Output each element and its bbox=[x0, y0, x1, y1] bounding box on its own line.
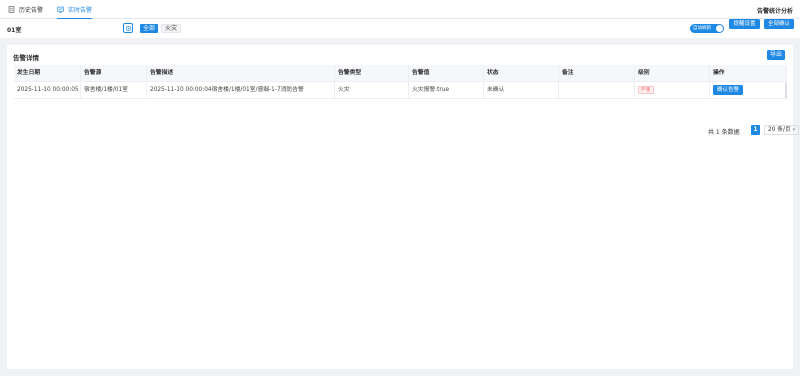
column-header: 状态 bbox=[484, 65, 559, 82]
cell-level: 严重 bbox=[635, 82, 710, 99]
total-count: 共 1 条数据 bbox=[708, 129, 740, 136]
top-nav-bar: 历史告警 实时告警 告警统计分析 bbox=[0, 0, 800, 19]
cell-source: 宿舍楼/1楼/01室 bbox=[81, 82, 147, 99]
column-header: 发生日期 bbox=[14, 65, 81, 82]
auto-refresh-label: 自动刷新 bbox=[693, 26, 711, 31]
tab-realtime-label: 实时告警 bbox=[68, 7, 93, 14]
chip-fire[interactable]: 火灾 bbox=[161, 24, 182, 33]
confirm-alarm-button[interactable]: 确认告警 bbox=[713, 84, 744, 95]
export-button[interactable]: 导出 bbox=[767, 50, 785, 60]
filter-bar: 01室 全部 火灾 自动刷新 提醒设置 全部确认 bbox=[0, 19, 800, 38]
card-title: 告警详情 bbox=[13, 54, 39, 62]
cell-remark bbox=[559, 82, 635, 99]
pagination: 共 1 条数据 1 20 条/页 ▾ bbox=[14, 125, 799, 136]
cell-value: 火灾报警:true bbox=[409, 82, 484, 99]
level-badge: 严重 bbox=[638, 85, 654, 94]
auto-refresh-toggle[interactable]: 自动刷新 bbox=[690, 24, 724, 33]
column-header: 备注 bbox=[559, 65, 635, 82]
locate-button[interactable] bbox=[123, 23, 133, 33]
cell-date: 2025-11-10 00:00:05 bbox=[14, 82, 81, 99]
alarm-statistics-link[interactable]: 告警统计分析 bbox=[757, 6, 793, 15]
confirm-all-button[interactable]: 全部确认 bbox=[764, 19, 794, 29]
tab-history-label: 历史告警 bbox=[19, 7, 44, 14]
target-icon bbox=[125, 25, 131, 31]
alarm-details-card: 告警详情 导出 发生日期 告警源 告警描述 告警类型 告警值 状态 备注 级别 … bbox=[7, 45, 799, 369]
cell-description: 2025-11-10 00:00:04宿舍楼/1楼/01室/感烟-1-7消防告警 bbox=[147, 82, 335, 99]
column-header: 级别 bbox=[635, 65, 710, 82]
table-row: 2025-11-10 00:00:05 宿舍楼/1楼/01室 2025-11-1… bbox=[14, 82, 787, 99]
chevron-down-icon: ▾ bbox=[792, 127, 795, 133]
room-name: 01室 bbox=[7, 27, 22, 34]
column-header: 告警类型 bbox=[335, 65, 409, 82]
cell-action: 确认告警 bbox=[710, 82, 787, 99]
page-size-value: 20 条/页 bbox=[768, 127, 791, 133]
tab-history-alarms[interactable]: 历史告警 bbox=[8, 0, 43, 19]
page-button-current[interactable]: 1 bbox=[751, 125, 760, 135]
alarm-table: 发生日期 告警源 告警描述 告警类型 告警值 状态 备注 级别 操作 2025-… bbox=[14, 65, 799, 136]
cell-type: 火灾 bbox=[335, 82, 409, 99]
tab-realtime-alarms[interactable]: 实时告警 bbox=[57, 0, 93, 19]
page-size-select[interactable]: 20 条/页 ▾ bbox=[764, 125, 799, 135]
column-header: 告警值 bbox=[409, 65, 484, 82]
chip-all[interactable]: 全部 bbox=[140, 24, 159, 33]
monitor-icon bbox=[57, 6, 64, 13]
table-header: 发生日期 告警源 告警描述 告警类型 告警值 状态 备注 级别 操作 bbox=[14, 65, 787, 82]
document-icon bbox=[8, 6, 15, 13]
column-header: 操作 bbox=[710, 65, 787, 82]
column-header: 告警源 bbox=[81, 65, 147, 82]
column-header: 告警描述 bbox=[147, 65, 335, 82]
table-scrollbar[interactable] bbox=[785, 82, 787, 98]
cell-status: 未确认 bbox=[484, 82, 559, 99]
toggle-knob bbox=[716, 25, 723, 32]
reminder-settings-button[interactable]: 提醒设置 bbox=[729, 19, 760, 29]
